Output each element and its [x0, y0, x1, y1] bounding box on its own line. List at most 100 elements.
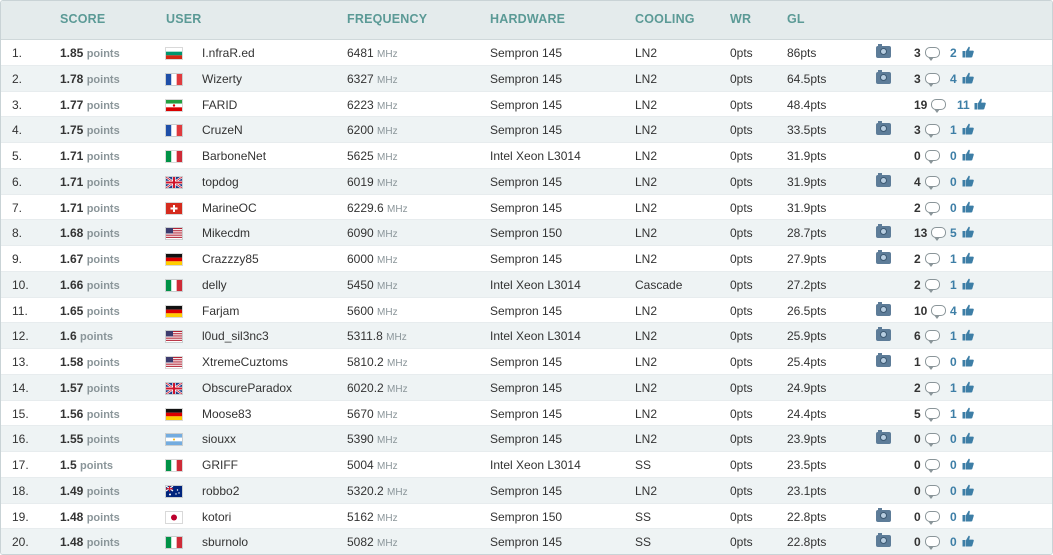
- user-link[interactable]: FARID: [202, 98, 237, 112]
- table-row[interactable]: 2. 1.78 points Wizerty 6327 MHz Sempron 145 L…: [1, 65, 1052, 92]
- comment-icon[interactable]: [925, 253, 940, 267]
- table-row[interactable]: 20. 1.48 points sburnolo 5082 MHz Sempron 14…: [1, 529, 1052, 554]
- hardware-link[interactable]: Sempron 145: [490, 72, 562, 86]
- camera-icon[interactable]: [876, 172, 891, 187]
- comment-icon[interactable]: [925, 407, 940, 422]
- comment-icon[interactable]: [931, 227, 946, 242]
- comment-count[interactable]: 4: [914, 175, 921, 189]
- thumbs-up-icon[interactable]: [962, 252, 974, 264]
- user-link[interactable]: BarboneNet: [202, 149, 266, 163]
- user-link[interactable]: ObscureParadox: [202, 381, 292, 395]
- like-count[interactable]: 0: [950, 201, 957, 215]
- hardware-link[interactable]: Sempron 145: [490, 355, 562, 369]
- comment-count[interactable]: 2: [914, 278, 921, 292]
- comment-icon[interactable]: [931, 98, 946, 113]
- table-row[interactable]: 3. 1.77 points FARID 6223 MHz Sempron 145 LN2…: [1, 91, 1052, 118]
- camera-icon[interactable]: [876, 250, 891, 264]
- user-link[interactable]: siouxx: [202, 432, 236, 446]
- like-count[interactable]: 0: [950, 535, 957, 549]
- header-hardware[interactable]: HARDWARE: [490, 12, 565, 26]
- comment-icon[interactable]: [925, 201, 940, 216]
- hardware-link[interactable]: Sempron 145: [490, 201, 562, 215]
- comment-icon[interactable]: [925, 459, 940, 473]
- user-link[interactable]: XtremeCuztoms: [202, 355, 288, 369]
- comment-count[interactable]: 10: [914, 304, 927, 318]
- thumbs-up-icon[interactable]: [962, 123, 974, 135]
- comment-count[interactable]: 0: [914, 458, 921, 472]
- comment-icon[interactable]: [925, 150, 940, 164]
- header-wr[interactable]: WR: [730, 12, 751, 26]
- user-link[interactable]: kotori: [202, 510, 231, 524]
- like-count[interactable]: 0: [950, 510, 957, 524]
- user-link[interactable]: Moose83: [202, 407, 251, 421]
- comment-count[interactable]: 0: [914, 432, 921, 446]
- user-link[interactable]: I.nfraR.ed: [202, 46, 255, 60]
- comment-icon[interactable]: [925, 124, 940, 139]
- comment-count[interactable]: 0: [914, 149, 921, 163]
- user-link[interactable]: CruzeN: [202, 123, 243, 137]
- thumbs-up-icon[interactable]: [962, 72, 974, 84]
- header-gl[interactable]: GL: [787, 12, 805, 26]
- comment-count[interactable]: 0: [914, 535, 921, 549]
- comment-count[interactable]: 0: [914, 510, 921, 524]
- thumbs-up-icon[interactable]: [962, 355, 974, 367]
- user-link[interactable]: GRIFF: [202, 458, 238, 472]
- table-row[interactable]: 6. 1.71 points topdog 6019 MHz Sempron 145 LN…: [1, 168, 1052, 195]
- camera-icon[interactable]: [876, 430, 891, 445]
- user-link[interactable]: Wizerty: [202, 72, 242, 86]
- hardware-link[interactable]: Sempron 145: [490, 381, 562, 395]
- camera-icon[interactable]: [876, 69, 891, 84]
- user-link[interactable]: sburnolo: [202, 535, 248, 549]
- comment-icon[interactable]: [925, 175, 940, 190]
- hardware-link[interactable]: Intel Xeon L3014: [490, 458, 581, 472]
- table-row[interactable]: 9. 1.67 points Crazzzy85 6000 MHz Sempron 14…: [1, 246, 1052, 272]
- header-user[interactable]: USER: [166, 12, 202, 26]
- comment-icon[interactable]: [925, 510, 940, 525]
- camera-icon[interactable]: [876, 327, 891, 342]
- like-count[interactable]: 0: [950, 458, 957, 472]
- camera-icon[interactable]: [876, 353, 891, 367]
- comment-icon[interactable]: [925, 536, 940, 551]
- like-count[interactable]: 4: [950, 304, 957, 318]
- comment-count[interactable]: 2: [914, 252, 921, 266]
- comment-icon[interactable]: [925, 381, 940, 396]
- user-link[interactable]: delly: [202, 278, 227, 292]
- comment-count[interactable]: 2: [914, 201, 921, 215]
- camera-icon[interactable]: [876, 507, 891, 522]
- table-row[interactable]: 14. 1.57 points ObscureParadox 6020.2 MHz Se…: [1, 374, 1052, 401]
- comment-count[interactable]: 19: [914, 98, 927, 112]
- comment-count[interactable]: 1: [914, 355, 921, 369]
- thumbs-up-icon[interactable]: [962, 304, 974, 316]
- hardware-link[interactable]: Sempron 145: [490, 98, 562, 112]
- thumbs-up-icon[interactable]: [962, 278, 974, 290]
- comment-icon[interactable]: [925, 484, 940, 499]
- like-count[interactable]: 0: [950, 484, 957, 498]
- thumbs-up-icon[interactable]: [962, 226, 974, 238]
- like-count[interactable]: 0: [950, 149, 957, 163]
- like-count[interactable]: 0: [950, 355, 957, 369]
- comment-count[interactable]: 0: [914, 484, 921, 498]
- thumbs-up-icon[interactable]: [962, 149, 974, 161]
- table-row[interactable]: 7. 1.71 points MarineOC 6229.6 MHz Sempron 1…: [1, 194, 1052, 221]
- thumbs-up-icon[interactable]: [962, 381, 974, 393]
- comment-icon[interactable]: [925, 72, 940, 87]
- thumbs-up-icon[interactable]: [962, 535, 974, 547]
- user-link[interactable]: Farjam: [202, 304, 239, 318]
- thumbs-up-icon[interactable]: [962, 46, 974, 58]
- hardware-link[interactable]: Intel Xeon L3014: [490, 278, 581, 292]
- table-row[interactable]: 10. 1.66 points delly 5450 MHz Intel Xeon L3…: [1, 271, 1052, 298]
- thumbs-up-icon[interactable]: [974, 98, 986, 110]
- thumbs-up-icon[interactable]: [962, 329, 974, 341]
- thumbs-up-icon[interactable]: [962, 175, 974, 187]
- hardware-link[interactable]: Sempron 145: [490, 407, 562, 421]
- table-row[interactable]: 4. 1.75 points CruzeN 6200 MHz Sempron 145 LN…: [1, 117, 1052, 143]
- thumbs-up-icon[interactable]: [962, 458, 974, 470]
- user-link[interactable]: topdog: [202, 175, 239, 189]
- comment-icon[interactable]: [925, 278, 940, 293]
- header-score[interactable]: SCORE: [60, 12, 105, 26]
- like-count[interactable]: 4: [950, 72, 957, 86]
- table-row[interactable]: 19. 1.48 points kotori 5162 MHz Sempron 150 S…: [1, 503, 1052, 530]
- comment-count[interactable]: 3: [914, 46, 921, 60]
- user-link[interactable]: l0ud_sil3nc3: [202, 329, 269, 343]
- table-row[interactable]: 18. 1.49 points robbo2 5320.2 MHz Sempron 14…: [1, 477, 1052, 504]
